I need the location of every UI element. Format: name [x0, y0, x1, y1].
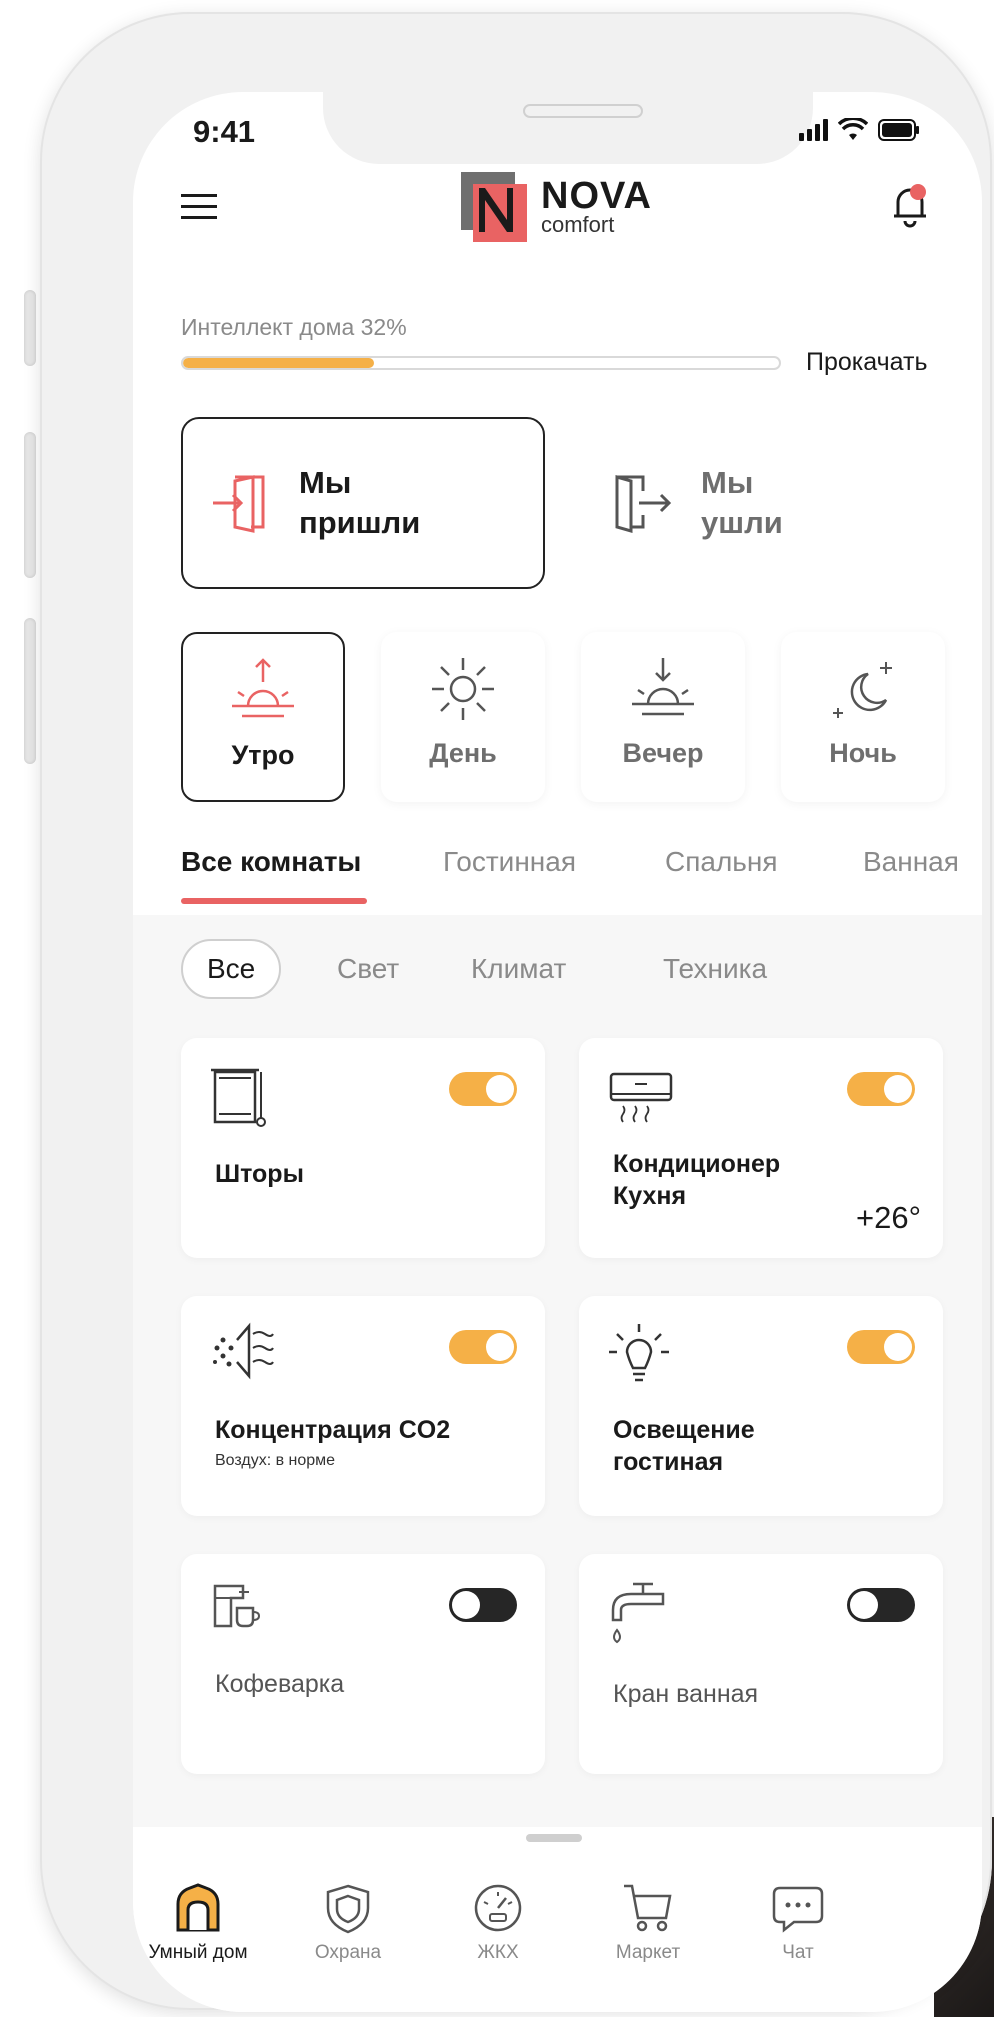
nav-smart-home[interactable]: Умный дом [133, 1882, 273, 1964]
ac-temperature: +26° [856, 1200, 921, 1235]
phone-notch [323, 92, 813, 164]
device-subtitle: Воздух: в норме [215, 1452, 336, 1469]
nav-label: Маркет [615, 1942, 681, 1963]
chat-icon [772, 1886, 824, 1933]
sunset-icon [632, 658, 694, 716]
tab-living-room[interactable]: Гостинная [443, 846, 576, 878]
moon-icon [833, 662, 892, 718]
time-night-button[interactable]: Ночь [781, 632, 945, 802]
curtains-icon [211, 1068, 266, 1127]
filter-climate[interactable]: Климат [471, 939, 566, 999]
time-morning-button[interactable]: Утро [181, 632, 345, 802]
sheet-handle[interactable] [526, 1834, 582, 1842]
scenario-left-label: Мы ушли [701, 465, 783, 540]
wifi-icon [838, 118, 868, 140]
sun-icon [432, 658, 494, 720]
speaker-grille [523, 104, 643, 118]
meter-icon [474, 1884, 522, 1932]
nav-label: Охрана [314, 1942, 382, 1963]
curtains-toggle[interactable] [449, 1072, 517, 1106]
device-title: Концентрация CO2 [215, 1416, 451, 1444]
nav-label: ЖКХ [477, 1942, 519, 1963]
device-card-ac[interactable]: Кондиционер Кухня +26° [579, 1038, 943, 1258]
signal-icon [799, 119, 828, 141]
air-conditioner-icon [609, 1072, 673, 1123]
device-card-coffee-maker[interactable]: Кофеварка [181, 1554, 545, 1774]
nav-market[interactable]: Маркет [573, 1882, 723, 1964]
nav-chat[interactable]: Чат [723, 1882, 873, 1964]
tab-all-rooms[interactable]: Все комнаты [181, 846, 361, 878]
time-day-label: День [429, 738, 497, 768]
active-tab-underline [181, 898, 367, 904]
battery-icon [878, 119, 919, 141]
tab-bedroom[interactable]: Спальня [665, 846, 778, 878]
device-title: Кран ванная [613, 1680, 759, 1708]
device-card-faucet[interactable]: Кран ванная [579, 1554, 943, 1774]
device-title: Кондиционер Кухня [613, 1150, 781, 1210]
lightbulb-icon [609, 1324, 669, 1382]
time-evening-label: Вечер [622, 738, 704, 768]
home-intelligence-bar [181, 356, 781, 370]
status-icons [799, 118, 920, 142]
device-title: Шторы [215, 1160, 304, 1188]
home-icon [176, 1883, 220, 1932]
nav-security[interactable]: Охрана [273, 1882, 423, 1964]
devices-panel: Все Свет Климат Техника Шторы Кондиционе… [133, 915, 982, 1827]
phone-volume-up [24, 432, 36, 578]
time-morning-label: Утро [231, 740, 295, 770]
bottom-navigation: Умный дом Охрана ЖКХ Маркет Чат [133, 1862, 982, 2012]
filter-light[interactable]: Свет [337, 939, 399, 999]
nav-label: Умный дом [148, 1942, 248, 1963]
home-intelligence-fill [183, 358, 374, 368]
time-day-button[interactable]: День [381, 632, 545, 802]
nav-utilities[interactable]: ЖКХ [423, 1882, 573, 1964]
phone-volume-down [24, 618, 36, 764]
lighting-toggle[interactable] [847, 1330, 915, 1364]
tab-bathroom[interactable]: Ванная [863, 846, 959, 878]
coffee-maker-icon [213, 1584, 261, 1628]
device-card-lighting[interactable]: Освещение гостиная [579, 1296, 943, 1516]
device-card-curtains[interactable]: Шторы [181, 1038, 545, 1258]
logo-mark-icon [461, 172, 527, 242]
device-card-co2[interactable]: Концентрация CO2 Воздух: в норме [181, 1296, 545, 1516]
scenario-left-button[interactable]: Мы ушли [585, 417, 949, 589]
filter-all[interactable]: Все [181, 939, 282, 999]
scenario-arrived-button[interactable]: Мы пришли [181, 417, 545, 589]
coffee-maker-toggle[interactable] [449, 1588, 517, 1622]
device-title: Кофеварка [215, 1670, 345, 1698]
sunrise-icon [232, 658, 294, 718]
home-intelligence-label: Интеллект дома 32% [181, 314, 407, 340]
room-tabs: Все комнаты Гостинная Спальня Ванная [181, 846, 981, 906]
door-exit-icon [615, 475, 672, 533]
scenario-arrived-label: Мы пришли [299, 465, 421, 540]
faucet-toggle[interactable] [847, 1588, 915, 1622]
phone-frame: 9:41 NOVA comfort Интеллект дома 32% Про… [40, 12, 992, 2012]
time-evening-button[interactable]: Вечер [581, 632, 745, 802]
filter-appliances[interactable]: Техника [663, 939, 767, 999]
shield-icon [326, 1884, 370, 1934]
faucet-icon [611, 1582, 665, 1644]
door-enter-icon [213, 475, 265, 533]
ac-toggle[interactable] [847, 1072, 915, 1106]
phone-mute-switch [24, 290, 36, 366]
brand-name: NOVA [541, 175, 652, 217]
upgrade-link[interactable]: Прокачать [806, 348, 927, 377]
co2-toggle[interactable] [449, 1330, 517, 1364]
time-night-label: Ночь [829, 738, 897, 768]
cart-icon [624, 1884, 672, 1932]
device-title: Освещение гостиная [613, 1416, 755, 1476]
brand-tagline: comfort [541, 212, 615, 237]
brand-logo: NOVA comfort [461, 172, 652, 242]
menu-icon[interactable] [181, 192, 221, 222]
air-quality-icon [213, 1322, 274, 1380]
nav-label: Чат [782, 1942, 814, 1963]
notification-bell-icon[interactable] [890, 182, 930, 228]
status-time: 9:41 [193, 114, 256, 149]
app-screen: 9:41 NOVA comfort Интеллект дома 32% Про… [133, 92, 982, 2012]
